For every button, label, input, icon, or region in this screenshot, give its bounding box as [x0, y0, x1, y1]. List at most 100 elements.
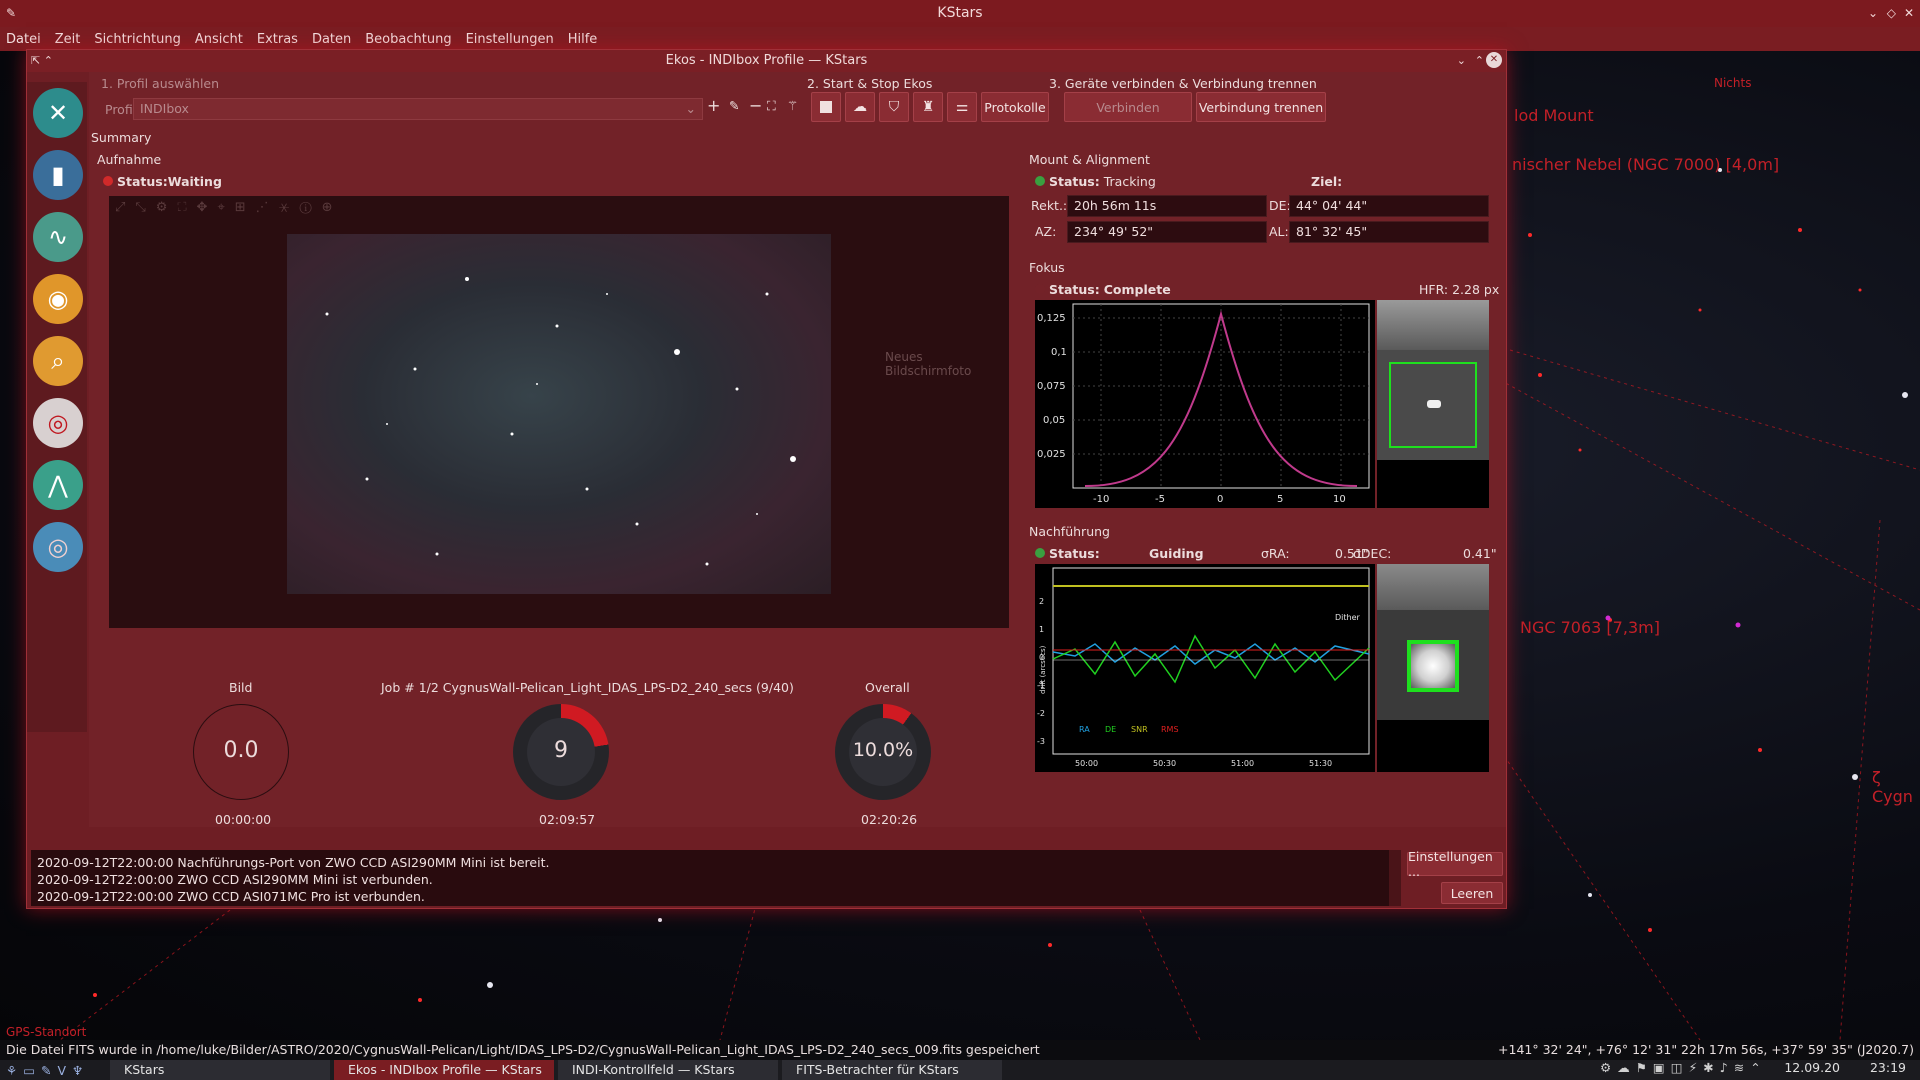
tray-time: 23:19: [1869, 1060, 1906, 1075]
clear-log-button[interactable]: Leeren: [1441, 882, 1503, 904]
log-panel[interactable]: 2020-09-12T22:00:00 Nachführungs-Port vo…: [31, 850, 1391, 906]
focus-status-icon: [1035, 284, 1045, 294]
guide-drift-graph: 2 1 0 -1 -2 -3 Dither 50:00 50:30 51:00 …: [1037, 567, 1370, 768]
rms-dec-label: σDEC:: [1353, 546, 1392, 561]
ekos-window: Ekos - INDIbox Profile — KStars ⇱ ⌃ ⌄ ⌃ …: [26, 49, 1507, 909]
guide-star-box: [1407, 640, 1459, 692]
az-label: AZ:: [1035, 224, 1057, 239]
capture-module-icon[interactable]: ◉: [33, 274, 83, 324]
menu-daten[interactable]: Daten: [312, 32, 351, 47]
focus-vcurve: 0,125 0,1 0,075 0,05 0,025 -10 -5 0 5 10: [1037, 303, 1370, 505]
scheduler-module-icon[interactable]: ▮: [33, 150, 83, 200]
legend-snr: SNR: [1131, 725, 1148, 734]
capture-status-value: Waiting: [167, 174, 222, 189]
summary-tab[interactable]: Summary: [91, 130, 151, 145]
menu-einstellungen[interactable]: Einstellungen: [466, 32, 554, 47]
task-indi-control[interactable]: INDI-Kontrollfeld — KStars: [558, 1060, 778, 1080]
tray-icons[interactable]: ⚙☁⚑▣◫⚡✱♪≋⌃: [1600, 1060, 1767, 1075]
menu-zeit[interactable]: Zeit: [55, 32, 81, 47]
statusbar: Die Datei FITS wurde in /home/luke/Bilde…: [0, 1040, 1920, 1060]
dust-cap-icon[interactable]: ♜: [913, 92, 943, 122]
launcher-icons[interactable]: ⚘▭✎V♆: [0, 1063, 110, 1078]
ekos-titlebar: Ekos - INDIbox Profile — KStars ⇱ ⌃ ⌄ ⌃ …: [27, 50, 1506, 72]
focus-star-gradient: [1377, 300, 1489, 350]
focus-module-icon[interactable]: ⌕: [33, 336, 83, 386]
task-kstars[interactable]: KStars: [110, 1060, 330, 1080]
dome-icon[interactable]: ⛉: [879, 92, 909, 122]
focus-y-tick: 0,025: [1037, 449, 1066, 460]
maximize-icon[interactable]: ◇: [1887, 0, 1896, 27]
step3-label: 3. Geräte verbinden & Verbindung trennen: [1049, 76, 1317, 91]
edit-profile-icon[interactable]: ✎: [729, 98, 739, 113]
de-label: DE:: [1269, 198, 1291, 213]
capture-status: Status:Waiting: [103, 174, 222, 189]
profile-combo[interactable]: INDIbox ⌄: [133, 98, 703, 120]
control-panel-icon[interactable]: ⚌: [947, 92, 977, 122]
guide-status-value: Guiding: [1149, 546, 1204, 561]
guide-heading: Nachführung: [1029, 524, 1110, 539]
hfr-value: HFR: 2.28 px: [1419, 282, 1500, 297]
log-scrollbar[interactable]: [1389, 850, 1401, 906]
task-ekos[interactable]: Ekos - INDIbox Profile — KStars: [334, 1060, 554, 1080]
rms-ra-label: σRA:: [1261, 546, 1290, 561]
align-module-icon[interactable]: ◎: [33, 398, 83, 448]
task-fits-viewer[interactable]: FITS-Betrachter für KStars: [782, 1060, 1002, 1080]
fits-toolbar[interactable]: ⤢⤡⚙⛶✥⌖⊞⋰⚹ⓘ⊕: [115, 200, 455, 222]
focus-star-frame: [1377, 300, 1489, 508]
menu-ansicht[interactable]: Ansicht: [195, 32, 243, 47]
ekos-pin-icon[interactable]: ⇱ ⌃: [31, 50, 53, 72]
guide-status: Status:: [1035, 546, 1100, 561]
focus-y-tick: 0,1: [1051, 347, 1067, 358]
ekos-maximize-icon[interactable]: ⌃: [1475, 50, 1484, 72]
setup-module-icon[interactable]: ✕: [33, 88, 83, 138]
status-message: Die Datei FITS wurde in /home/luke/Bilde…: [6, 1042, 1040, 1057]
focus-y-tick: 0,075: [1037, 381, 1066, 392]
focus-x-tick: 10: [1333, 494, 1346, 505]
job-value: 9: [554, 738, 568, 763]
guide-star-frame: [1377, 564, 1489, 772]
disconnect-button[interactable]: Verbindung trennen: [1196, 92, 1326, 122]
ekos-close-icon[interactable]: ✕: [1486, 52, 1502, 68]
focus-x-tick: -5: [1155, 494, 1165, 505]
stop-ekos-button[interactable]: [811, 92, 841, 122]
mount-status-label: Status:: [1049, 174, 1100, 189]
ekos-minimize-icon[interactable]: ⌄: [1457, 50, 1466, 72]
de-field: 44° 04' 44": [1289, 195, 1489, 217]
bild-value: 0.0: [223, 738, 259, 763]
profile-scripts-icon[interactable]: ⛶: [767, 98, 776, 114]
bild-time: 00:00:00: [215, 812, 272, 827]
profile-value: INDIbox: [140, 101, 189, 116]
guide-x-tick: 50:00: [1075, 759, 1098, 768]
logs-button[interactable]: Protokolle: [981, 92, 1049, 122]
log-line: 2020-09-12T22:00:00 Nachführungs-Port vo…: [37, 855, 550, 870]
tray-date: 12.09.20: [1784, 1060, 1840, 1075]
guide-star-gradient: [1377, 564, 1489, 610]
overall-value: 10.0%: [852, 739, 914, 761]
focus-star: [1427, 400, 1441, 408]
guide-module-icon[interactable]: ◎: [33, 522, 83, 572]
remove-profile-icon[interactable]: −: [749, 96, 762, 115]
analyze-module-icon[interactable]: ∿: [33, 212, 83, 262]
job-time: 02:09:57: [539, 812, 596, 827]
legend-rms: RMS: [1161, 725, 1179, 734]
chevron-down-icon: ⌄: [685, 101, 696, 116]
app-menu-icon[interactable]: ✎: [6, 0, 16, 27]
menu-beobachtung[interactable]: Beobachtung: [365, 32, 451, 47]
menu-hilfe[interactable]: Hilfe: [568, 32, 598, 47]
focus-status-value: Complete: [1103, 282, 1171, 297]
menu-datei[interactable]: Datei: [6, 32, 41, 47]
desktop: Nichts lod Mount nischer Nebel (NGC 7000…: [0, 0, 1920, 1080]
profile-wizard-icon[interactable]: ⚚: [787, 98, 798, 113]
minimize-icon[interactable]: ⌄: [1868, 0, 1878, 27]
menu-extras[interactable]: Extras: [257, 32, 298, 47]
settings-button[interactable]: Einstellungen ...: [1407, 849, 1503, 879]
guide-x-tick: 50:30: [1153, 759, 1176, 768]
add-profile-icon[interactable]: +: [707, 96, 720, 115]
mount-module-icon[interactable]: ⋀: [33, 460, 83, 510]
focus-x-tick: 0: [1217, 494, 1223, 505]
close-icon[interactable]: ✕: [1904, 0, 1914, 27]
dither-label: Dither: [1335, 613, 1361, 622]
menu-sichtrichtung[interactable]: Sichtrichtung: [94, 32, 181, 47]
connect-button[interactable]: Verbinden: [1064, 92, 1192, 122]
weather-icon[interactable]: ☁: [845, 92, 875, 122]
